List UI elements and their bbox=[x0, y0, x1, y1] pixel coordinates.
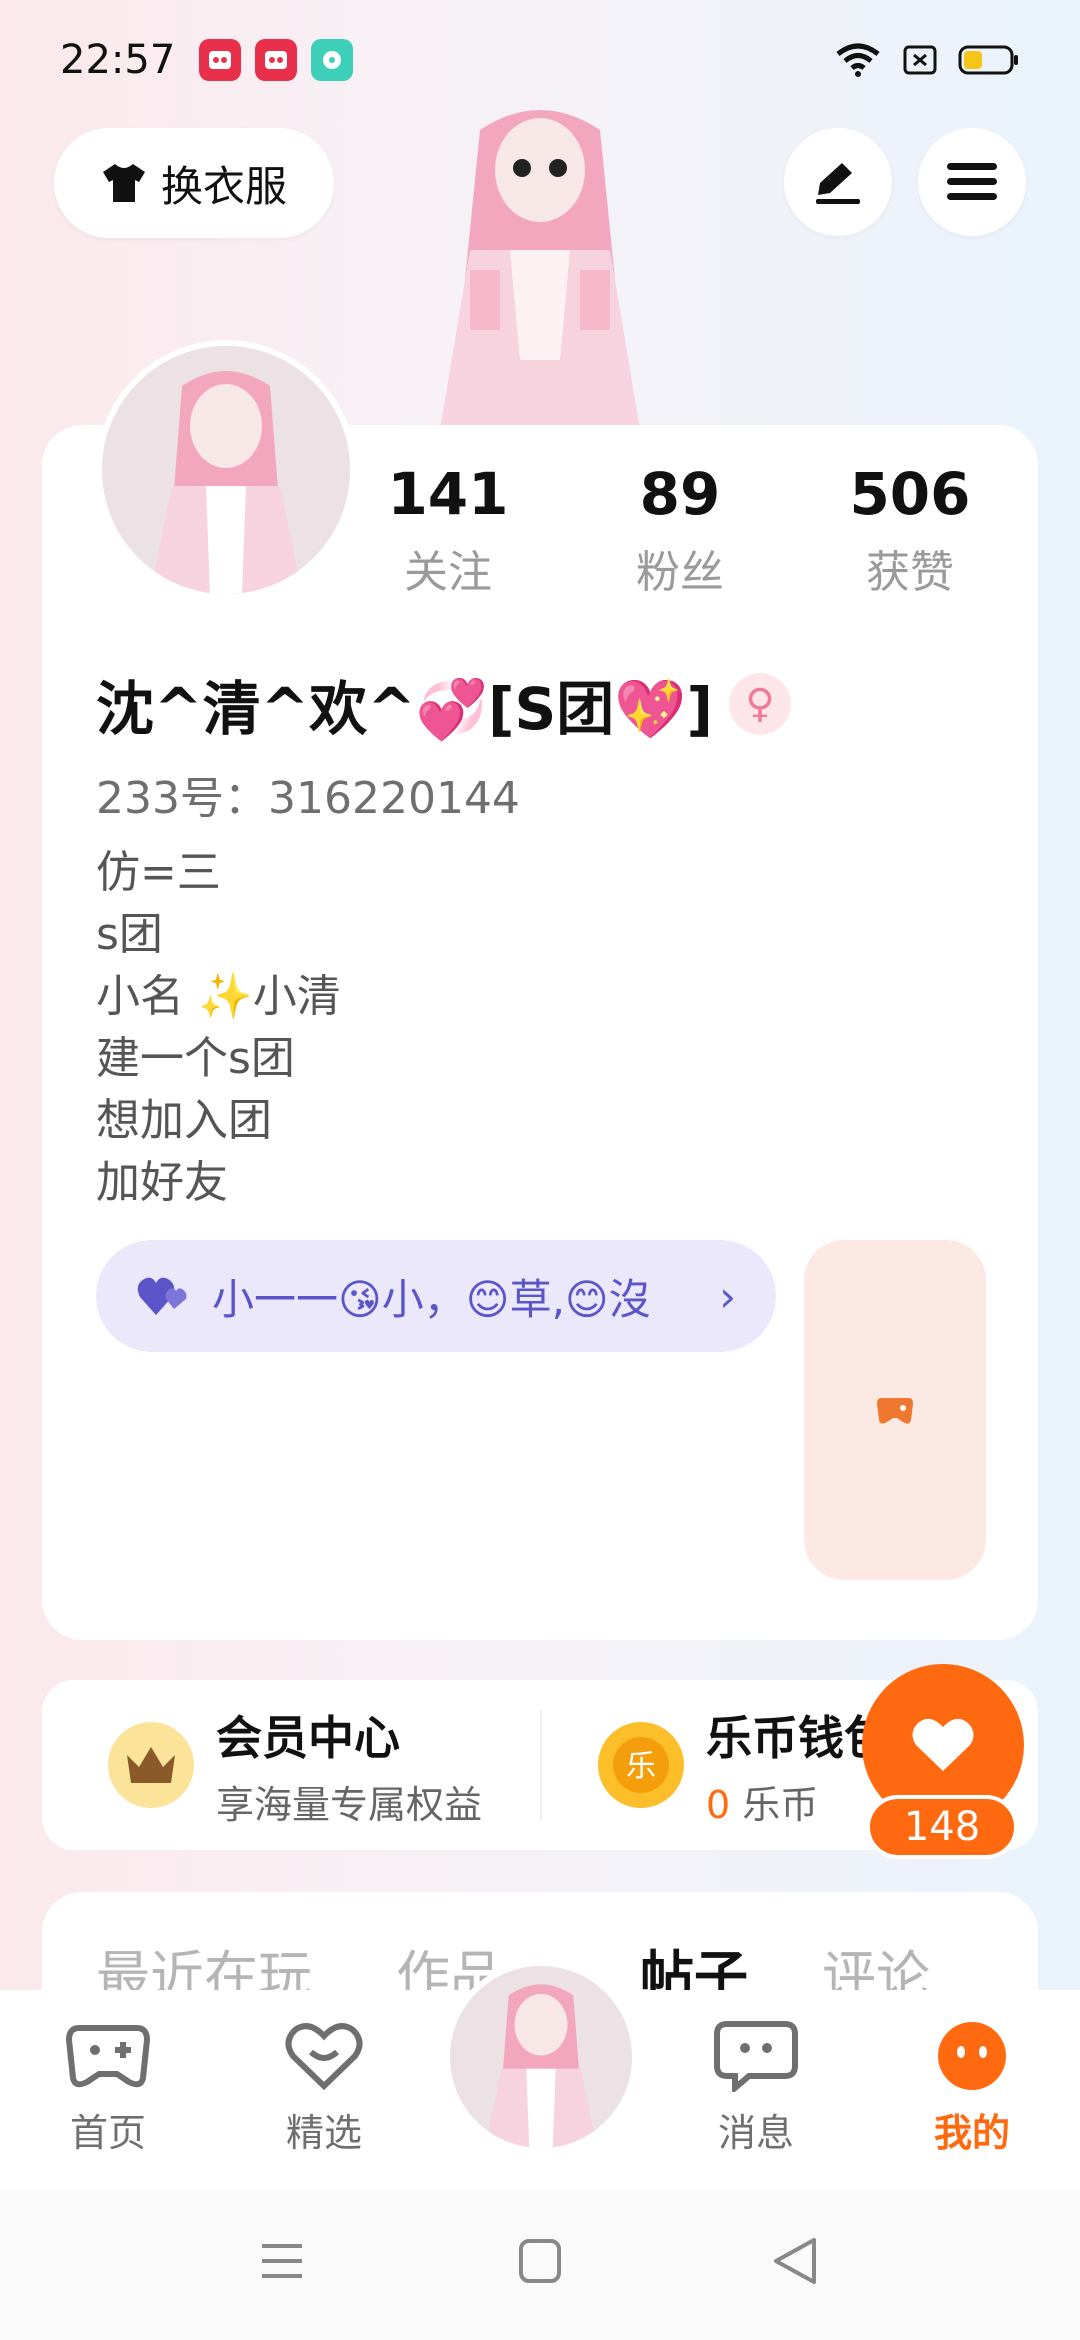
edit-profile-button[interactable] bbox=[784, 128, 892, 236]
following-label: 关注 bbox=[404, 547, 492, 598]
user-id[interactable]: 233号：316220144 bbox=[96, 762, 520, 826]
avatar[interactable] bbox=[96, 340, 356, 600]
avatar-image bbox=[102, 346, 350, 594]
relationship-tag-pill[interactable]: 小一一😘小，😊草,😊沒 › bbox=[96, 1240, 776, 1352]
nav-messages-label: 消息 bbox=[717, 2111, 794, 2155]
nav-me[interactable]: 我的 bbox=[902, 2020, 1042, 2157]
username: 沈^清^欢^💞[S团💖] bbox=[96, 675, 714, 743]
wallet-unit: 乐币 bbox=[730, 1782, 819, 1827]
game-controller-icon bbox=[877, 1398, 913, 1424]
double-heart-icon bbox=[137, 1277, 187, 1315]
bottom-nav: 首页 精选 消息 我的 bbox=[0, 1960, 1080, 2190]
status-right bbox=[834, 42, 1020, 78]
wallet-balance: 0 乐币 bbox=[706, 1774, 890, 1829]
fans-label: 粉丝 bbox=[636, 547, 724, 598]
fans-count: 89 bbox=[639, 460, 721, 528]
back-triangle-icon[interactable] bbox=[770, 2236, 818, 2286]
chevron-right-icon: › bbox=[719, 1271, 736, 1321]
gamepad-icon bbox=[65, 2025, 151, 2088]
stat-likes[interactable]: 506 获赞 bbox=[810, 460, 1010, 600]
coin-wallet[interactable]: 乐 乐币钱包 0 乐币 bbox=[598, 1680, 890, 1850]
relationship-tag-text: 小一一😘小，😊草,😊沒 bbox=[212, 1274, 651, 1324]
nav-home-label: 首页 bbox=[69, 2111, 146, 2155]
recent-apps-icon[interactable] bbox=[258, 2238, 306, 2284]
change-outfit-button[interactable]: 换衣服 bbox=[54, 128, 334, 238]
likes-count: 506 bbox=[849, 460, 971, 528]
member-center[interactable]: 会员中心 享海量专属权益 bbox=[108, 1680, 482, 1850]
tshirt-icon bbox=[102, 164, 145, 202]
system-nav-bar bbox=[0, 2190, 1080, 2340]
crown-icon bbox=[108, 1722, 194, 1808]
divider bbox=[540, 1710, 542, 1820]
change-outfit-label: 换衣服 bbox=[160, 161, 287, 211]
center-avatar-button[interactable] bbox=[444, 1960, 638, 2154]
nav-messages[interactable]: 消息 bbox=[686, 2020, 826, 2157]
bio-line: 小名 ✨小清 bbox=[96, 971, 341, 1022]
nav-featured-label: 精选 bbox=[285, 2111, 362, 2155]
bio-line: s团 bbox=[96, 909, 163, 960]
nav-home[interactable]: 首页 bbox=[38, 2020, 178, 2157]
like-count-badge: 148 bbox=[866, 1795, 1018, 1859]
heart-outline-icon bbox=[285, 2023, 363, 2091]
bio-line: 加好友 bbox=[96, 1157, 228, 1208]
coin-icon: 乐 bbox=[598, 1722, 684, 1808]
member-center-title: 会员中心 bbox=[216, 1710, 400, 1765]
likes-label: 获赞 bbox=[866, 547, 954, 598]
member-center-subtitle: 享海量专属权益 bbox=[216, 1782, 483, 1827]
wallet-amount: 0 bbox=[706, 1782, 731, 1827]
bio: 仿=三 s团 小名 ✨小清 建一个s团 想加入团 加好友 bbox=[96, 842, 341, 1214]
3d-avatar-character[interactable] bbox=[410, 100, 670, 430]
profile-face-icon bbox=[938, 2022, 1006, 2090]
stat-following[interactable]: 141 关注 bbox=[348, 460, 548, 600]
nav-me-label: 我的 bbox=[933, 2111, 1010, 2155]
nav-featured[interactable]: 精选 bbox=[254, 2020, 394, 2157]
app-notification-icon bbox=[199, 39, 242, 81]
game-card[interactable] bbox=[804, 1240, 986, 1580]
bio-line: 建一个s团 bbox=[96, 1033, 295, 1084]
avatar-image bbox=[450, 1966, 632, 2148]
stat-fans[interactable]: 89 粉丝 bbox=[580, 460, 780, 600]
heart-icon bbox=[912, 1718, 974, 1771]
notification-icons bbox=[199, 39, 354, 81]
app-notification-icon bbox=[255, 39, 298, 81]
sim-icon bbox=[903, 45, 937, 75]
pen-icon bbox=[816, 163, 860, 204]
menu-button[interactable] bbox=[918, 128, 1026, 236]
status-time: 22:57 bbox=[60, 37, 176, 83]
bio-line: 仿=三 bbox=[96, 847, 221, 898]
svg-text:乐: 乐 bbox=[626, 1749, 656, 1784]
bio-line: 想加入团 bbox=[96, 1095, 272, 1146]
following-count: 141 bbox=[387, 460, 509, 528]
chat-bubble-icon bbox=[714, 2021, 798, 2095]
battery-icon bbox=[958, 45, 1018, 75]
music-notification-icon bbox=[311, 39, 354, 81]
female-gender-icon: ♀ bbox=[729, 673, 792, 735]
home-square-icon[interactable] bbox=[518, 2238, 562, 2284]
hamburger-icon bbox=[947, 163, 997, 200]
wifi-icon bbox=[836, 43, 880, 77]
username-row: 沈^清^欢^💞[S团💖] ♀ bbox=[96, 662, 792, 746]
